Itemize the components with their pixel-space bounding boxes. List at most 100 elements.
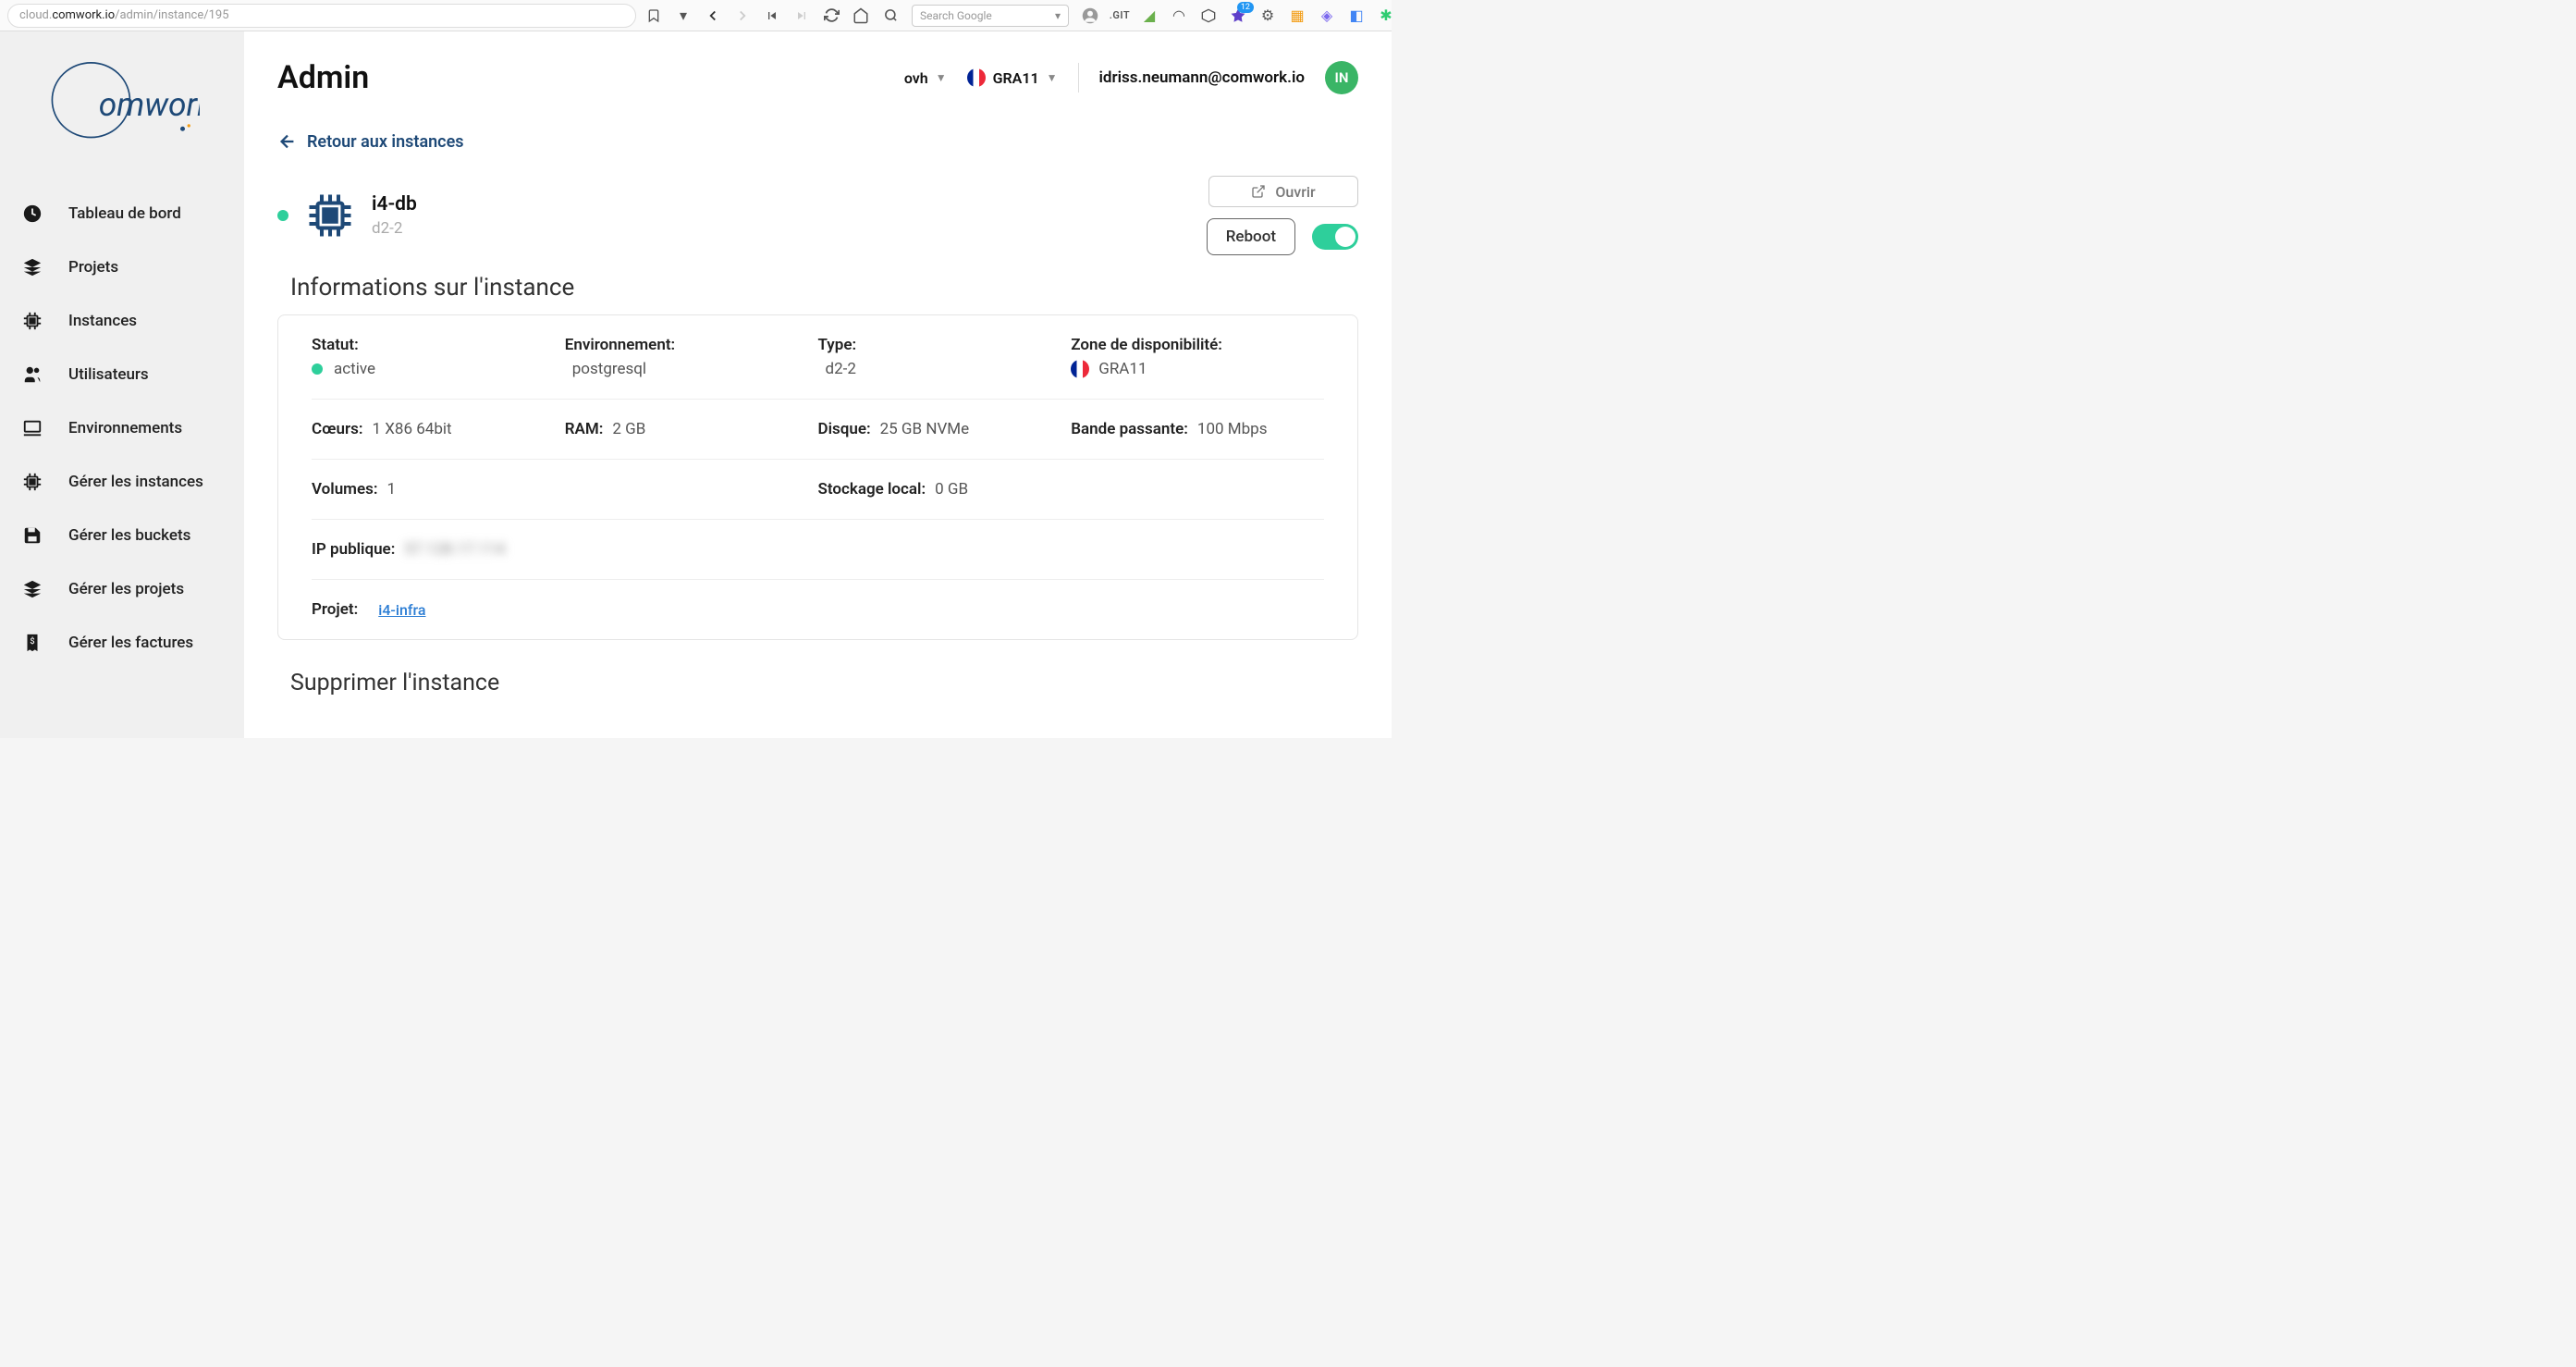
- local-storage-label: Stockage local:: [818, 480, 926, 499]
- ext-icon-5[interactable]: ⚙: [1259, 7, 1276, 24]
- main-content: Admin ovh ▼ GRA11 ▼ idriss.neumann@comwo…: [244, 31, 1392, 738]
- laptop-icon: [22, 418, 43, 438]
- power-toggle[interactable]: [1312, 224, 1358, 250]
- search-google-input[interactable]: Search Google ▾: [912, 5, 1069, 27]
- reboot-button[interactable]: Reboot: [1207, 218, 1295, 255]
- sidebar-item-manage-projects[interactable]: Gérer les projets: [0, 562, 244, 616]
- header: Admin ovh ▼ GRA11 ▼ idriss.neumann@comwo…: [277, 59, 1358, 96]
- local-storage-value: 0 GB: [935, 480, 968, 499]
- disk-value: 25 GB NVMe: [880, 420, 970, 438]
- url-host: comwork.io: [52, 8, 115, 22]
- sidebar-item-label: Utilisateurs: [68, 365, 149, 384]
- type-label: Type:: [818, 336, 1072, 354]
- layers-icon: [22, 579, 43, 599]
- external-link-icon: [1251, 184, 1266, 199]
- cores-value: 1 X86 64bit: [372, 420, 451, 438]
- sidebar-item-dashboard[interactable]: Tableau de bord: [0, 187, 244, 240]
- sidebar-item-projects[interactable]: Projets: [0, 240, 244, 294]
- ram-label: RAM:: [565, 420, 604, 438]
- url-path: /admin/instance/195: [115, 8, 228, 22]
- sidebar-item-instances[interactable]: Instances: [0, 294, 244, 348]
- cores-label: Cœurs:: [312, 420, 362, 438]
- ext-icon-6[interactable]: ▦: [1289, 7, 1306, 24]
- status-dot: [277, 210, 288, 221]
- user-email: idriss.neumann@comwork.io: [1099, 68, 1305, 87]
- delete-section-title: Supprimer l'instance: [290, 670, 1358, 696]
- sidebar-item-label: Gérer les buckets: [68, 526, 190, 545]
- url-bar[interactable]: cloud.comwork.io/admin/instance/195: [7, 4, 636, 28]
- zone-value: GRA11: [1098, 360, 1147, 378]
- save-icon: [22, 525, 43, 546]
- arrow-left-icon: [277, 131, 298, 152]
- ext-icon-2[interactable]: ◠: [1171, 7, 1187, 24]
- git-extension-icon[interactable]: .GIT: [1111, 7, 1128, 24]
- ext-icon-1[interactable]: ◢: [1141, 7, 1158, 24]
- sidebar-item-label: Gérer les factures: [68, 634, 193, 652]
- sidebar-item-manage-buckets[interactable]: Gérer les buckets: [0, 509, 244, 562]
- dashboard-icon: [22, 203, 43, 224]
- env-label: Environnement:: [565, 336, 818, 354]
- sidebar-item-label: Gérer les projets: [68, 580, 184, 598]
- provider-selector[interactable]: ovh ▼: [904, 69, 947, 87]
- chevron-down-icon: ▼: [936, 71, 947, 84]
- france-flag-icon: [967, 68, 986, 87]
- type-value: d2-2: [818, 360, 1072, 378]
- region-selector[interactable]: GRA11 ▼: [967, 68, 1058, 87]
- users-icon: [22, 364, 43, 385]
- svg-text:$: $: [30, 636, 34, 647]
- forward-icon[interactable]: [734, 7, 751, 24]
- avatar[interactable]: IN: [1325, 61, 1358, 94]
- svg-text:omwork: omwork: [99, 85, 200, 124]
- bookmark-icon[interactable]: [645, 7, 662, 24]
- chip-icon: [22, 311, 43, 331]
- info-card: Statut: active Environnement: postgresql…: [277, 314, 1358, 640]
- project-label: Projet:: [312, 600, 358, 619]
- ext-icon-7[interactable]: ◈: [1319, 7, 1335, 24]
- profile-icon[interactable]: [1082, 7, 1098, 24]
- back-link[interactable]: Retour aux instances: [277, 131, 464, 152]
- layers-icon: [22, 257, 43, 277]
- dropdown-icon[interactable]: ▾: [675, 7, 692, 24]
- public-ip-value: 57.128.17.114: [404, 540, 505, 559]
- sidebar-item-environments[interactable]: Environnements: [0, 401, 244, 455]
- sidebar-item-users[interactable]: Utilisateurs: [0, 348, 244, 401]
- volumes-label: Volumes:: [312, 480, 377, 499]
- sidebar-item-label: Projets: [68, 258, 118, 277]
- instance-header: i4-db d2-2 Ouvrir Reboot: [277, 176, 1358, 255]
- sidebar-item-label: Instances: [68, 312, 137, 330]
- chevron-down-icon: ▼: [1047, 71, 1058, 84]
- home-icon[interactable]: [853, 7, 869, 24]
- receipt-icon: $: [22, 633, 43, 653]
- instance-name: i4-db: [372, 193, 417, 216]
- browser-toolbar: cloud.comwork.io/admin/instance/195 ▾ Se…: [0, 0, 1392, 31]
- bandwidth-value: 100 Mbps: [1197, 420, 1268, 438]
- sidebar-item-label: Environnements: [68, 419, 182, 437]
- back-icon[interactable]: [705, 7, 721, 24]
- search-icon[interactable]: [882, 7, 899, 24]
- page-title: Admin: [277, 59, 369, 96]
- sidebar: omwork Tableau de bord Projets Instances…: [0, 31, 244, 738]
- ext-icon-4[interactable]: [1230, 7, 1246, 24]
- project-link[interactable]: i4-infra: [378, 601, 425, 619]
- public-ip-label: IP publique:: [312, 540, 395, 559]
- sidebar-item-manage-invoices[interactable]: $ Gérer les factures: [0, 616, 244, 670]
- ext-icon-9[interactable]: ✱: [1378, 7, 1394, 24]
- first-icon[interactable]: [764, 7, 780, 24]
- sidebar-item-manage-instances[interactable]: Gérer les instances: [0, 455, 244, 509]
- status-label: Statut:: [312, 336, 565, 354]
- reload-icon[interactable]: [823, 7, 840, 24]
- status-value: active: [334, 360, 375, 378]
- last-icon[interactable]: [793, 7, 810, 24]
- open-button[interactable]: Ouvrir: [1208, 176, 1358, 207]
- france-flag-icon: [1071, 360, 1089, 378]
- instance-size: d2-2: [372, 219, 417, 238]
- sidebar-item-label: Gérer les instances: [68, 473, 203, 491]
- url-prefix: cloud.: [19, 8, 52, 22]
- sidebar-item-label: Tableau de bord: [68, 204, 181, 223]
- status-dot: [312, 363, 323, 375]
- info-section-title: Informations sur l'instance: [290, 274, 1358, 302]
- ext-icon-3[interactable]: [1200, 7, 1217, 24]
- ext-icon-8[interactable]: ◧: [1348, 7, 1365, 24]
- logo[interactable]: omwork: [44, 57, 200, 150]
- bandwidth-label: Bande passante:: [1071, 420, 1188, 438]
